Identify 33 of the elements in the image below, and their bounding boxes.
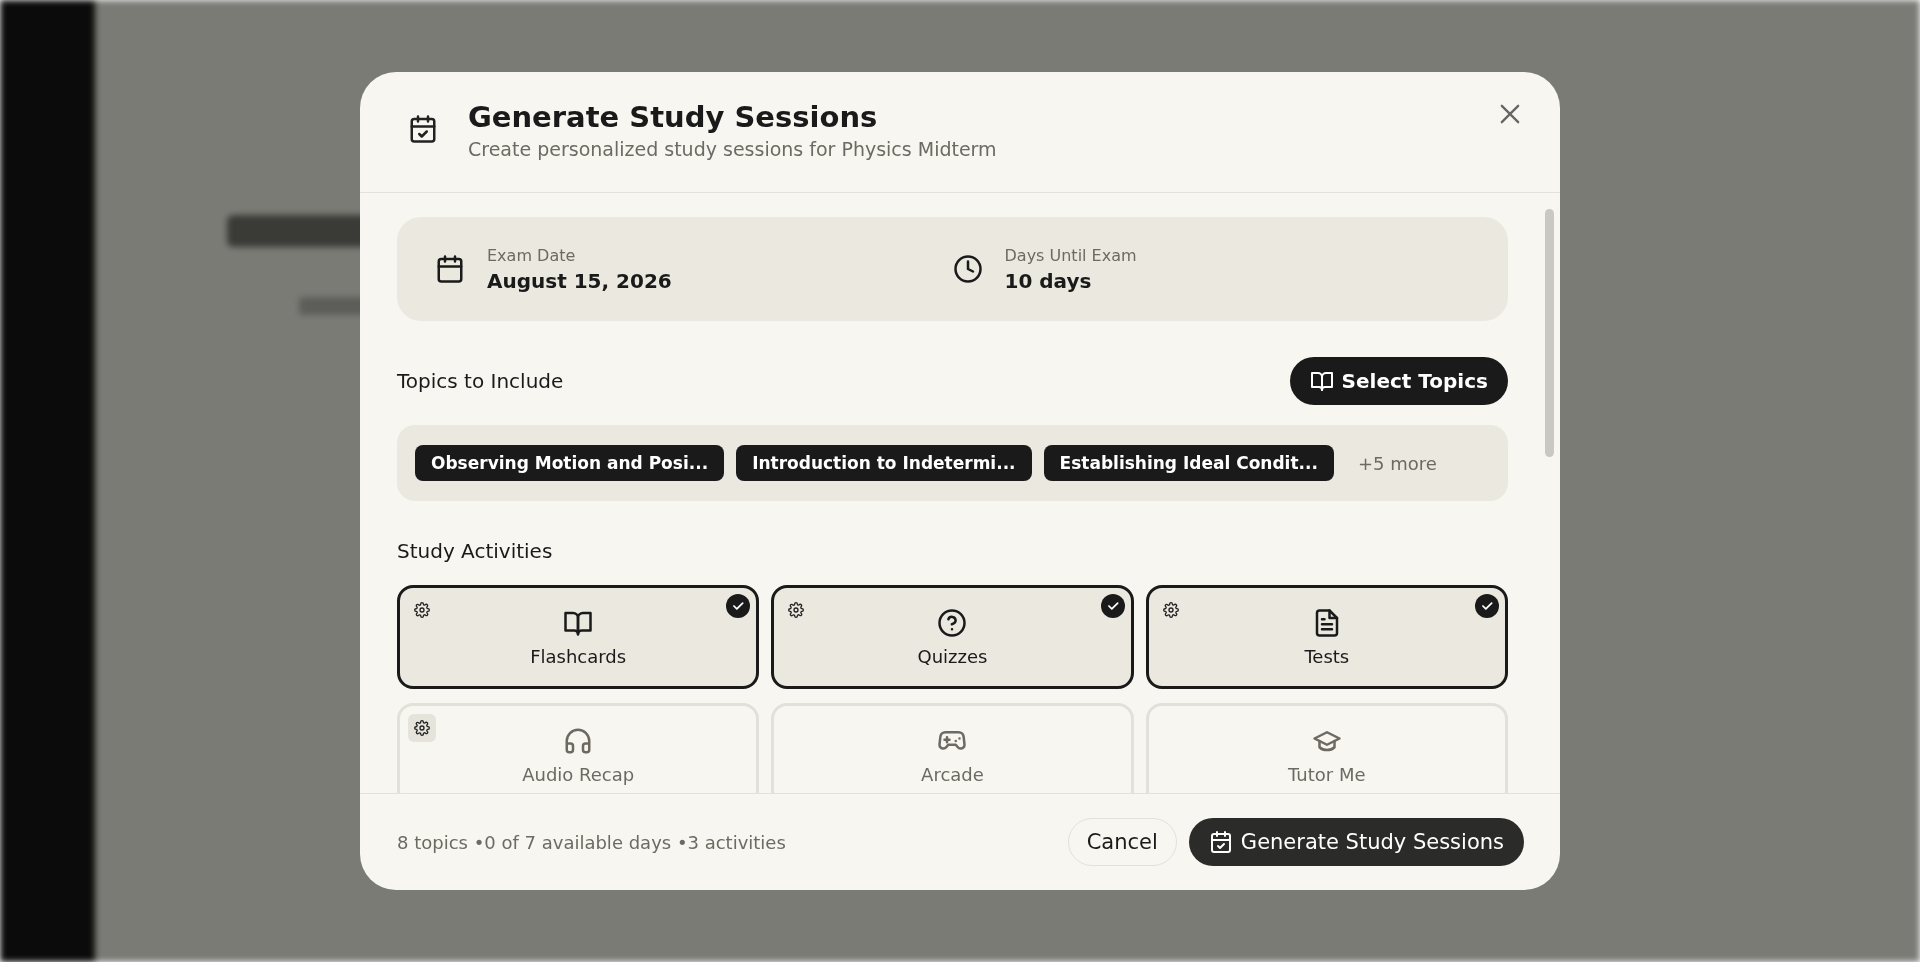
book-icon [1309, 369, 1334, 393]
section-heading: Topics to Include [397, 369, 564, 393]
activity-card[interactable]: Audio Recap [397, 703, 760, 793]
info-label: Exam Date [487, 245, 577, 265]
dialog-title: Generate Study Sessions [468, 100, 879, 134]
check-icon [726, 594, 751, 618]
info-value: 10 days [1004, 268, 1093, 293]
scrollbar[interactable] [1545, 209, 1554, 457]
dialog-subtitle: Create personalized study sessions for Physics Midterm [468, 138, 998, 160]
activity-card[interactable]: Tests [1145, 585, 1508, 689]
topic-chip: Introduction to Indetermi... [736, 445, 1032, 481]
settings-icon[interactable] [408, 714, 436, 742]
summary-text: 8 topics •0 of 7 available days •3 activities [397, 831, 787, 853]
question-icon [937, 607, 968, 638]
info-value: August 15, 2026 [487, 268, 672, 293]
more-topics-count: +5 more [1357, 452, 1437, 474]
generate-button[interactable]: Generate Study Sessions [1188, 818, 1524, 866]
activity-card[interactable]: Arcade [771, 703, 1134, 793]
calendar-check-icon [408, 114, 438, 144]
select-topics-button[interactable]: Select Topics [1289, 357, 1508, 405]
activity-card[interactable]: Flashcards [397, 585, 760, 689]
section-heading: Study Activities [397, 539, 554, 563]
clock-icon [952, 254, 983, 284]
topic-chip: Establishing Ideal Condit... [1043, 445, 1334, 481]
info-label: Days Until Exam [1004, 245, 1137, 265]
calendar-icon [435, 254, 465, 284]
check-icon [1100, 594, 1125, 618]
topic-chip: Observing Motion and Posi... [415, 445, 725, 481]
activity-card[interactable]: Tutor Me [1145, 703, 1508, 793]
activity-card[interactable]: Quizzes [771, 585, 1134, 689]
calendar-check-icon [1208, 830, 1233, 854]
check-icon [1475, 594, 1499, 618]
cancel-button[interactable]: Cancel [1067, 818, 1177, 866]
